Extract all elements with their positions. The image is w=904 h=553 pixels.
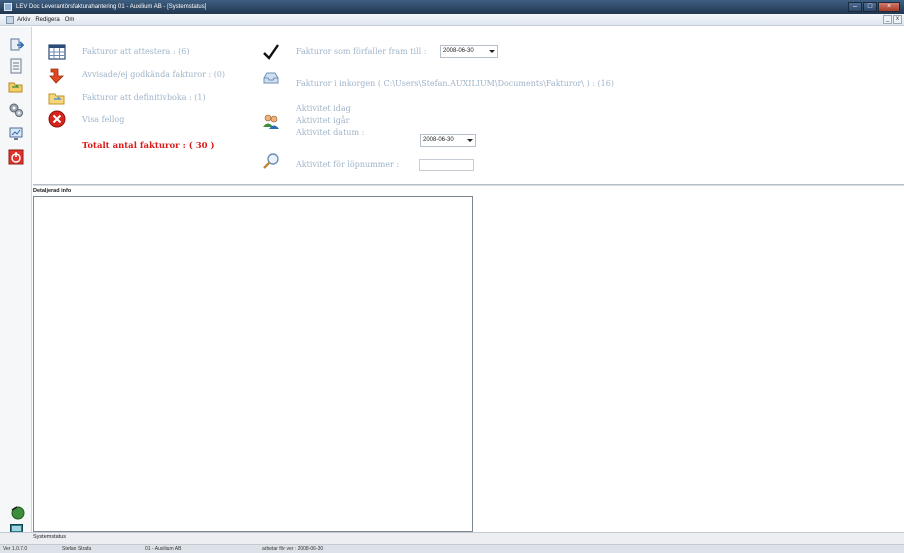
gears-icon[interactable]: [8, 102, 24, 118]
inbox-invoices-link[interactable]: Fakturor i inkorgen ( C:\Users\Stefan.AU…: [296, 79, 614, 88]
due-invoices-label: Fakturor som förfaller fram till :: [296, 47, 427, 56]
folder-open-icon[interactable]: [8, 79, 24, 95]
panel-divider: [33, 184, 904, 186]
mdi-controls: _ x: [882, 15, 902, 24]
activity-yesterday-link[interactable]: Aktivitet igår: [296, 116, 349, 125]
detail-info-box: [33, 196, 473, 532]
activity-serial-label: Aktivitet för löpnummer :: [296, 160, 400, 169]
users-icon: [263, 114, 279, 129]
activity-date-picker[interactable]: 2008-06-30: [420, 134, 476, 147]
close-button[interactable]: ×: [878, 2, 900, 12]
refresh-globe-icon[interactable]: [10, 505, 25, 520]
window-title: LEV Doc Leverantörsfakturahantering 01 -…: [16, 4, 207, 10]
red-arrow-icon: [49, 68, 64, 84]
total-invoices-label: Totalt antal fakturor : ( 30 ): [82, 141, 215, 151]
chevron-down-icon: [467, 139, 473, 142]
chevron-down-icon: [489, 50, 495, 53]
menu-item-redigera[interactable]: Redigera: [35, 14, 59, 25]
maximize-button[interactable]: □: [863, 2, 877, 12]
status-company: 01 - Auxilium AB: [145, 546, 182, 552]
status-version: Ver 1.0.7.0: [3, 546, 28, 552]
minimize-button[interactable]: –: [848, 2, 862, 12]
power-icon[interactable]: [8, 149, 24, 165]
window-controls: – □ ×: [847, 2, 900, 12]
calendar-grid-icon: [48, 44, 66, 60]
due-date-picker[interactable]: 2008-06-30: [440, 45, 498, 58]
menu-item-arkiv[interactable]: Arkiv: [17, 14, 30, 25]
document-arrow-icon[interactable]: [8, 37, 24, 53]
due-date-value: 2008-06-30: [443, 48, 474, 54]
error-x-icon: [48, 110, 66, 128]
activity-serial-input[interactable]: [419, 159, 474, 171]
title-bar: LEV Doc Leverantörsfakturahantering 01 -…: [0, 0, 904, 14]
rejected-invoices-link[interactable]: Avvisade/ej godkända fakturor : (0): [82, 70, 225, 79]
app-window: LEV Doc Leverantörsfakturahantering 01 -…: [0, 0, 904, 553]
activity-date-value: 2008-06-30: [423, 137, 454, 143]
monitor-chart-icon[interactable]: [8, 126, 24, 142]
inbox-tray-icon: [263, 72, 279, 84]
status-date: arbetar för ver : 2008-06-30: [262, 546, 324, 552]
invoices-to-book-link[interactable]: Fakturor att definitivboka : (1): [82, 93, 206, 102]
app-icon: [4, 3, 12, 11]
magnifier-icon: [263, 153, 279, 169]
detail-header: Detaljerad info: [33, 188, 72, 194]
mdi-restore-button[interactable]: _: [883, 15, 892, 24]
menu-bar: Arkiv Redigera Om: [0, 14, 904, 26]
tab-systemstatus[interactable]: Systemstatus: [33, 534, 66, 540]
status-user: Stefan Strafa: [62, 546, 92, 552]
activity-date-label: Aktivitet datum :: [296, 128, 365, 137]
tab-strip: [0, 532, 904, 544]
folder-arrow-icon: [48, 93, 65, 105]
menu-item-om[interactable]: Om: [65, 14, 75, 25]
mdi-close-button[interactable]: x: [893, 15, 902, 24]
show-error-log-link[interactable]: Visa fellog: [82, 115, 124, 124]
checkmark-icon: [263, 44, 279, 60]
activity-today-link[interactable]: Aktivitet idag: [296, 104, 351, 113]
left-toolbar: [0, 27, 32, 532]
status-bar: Ver 1.0.7.0 Stefan Strafa 01 - Auxilium …: [0, 544, 904, 553]
invoices-to-attest-link[interactable]: Fakturor att attestera : (6): [82, 47, 189, 56]
list-document-icon[interactable]: [8, 58, 24, 74]
document-icon: [6, 16, 14, 24]
